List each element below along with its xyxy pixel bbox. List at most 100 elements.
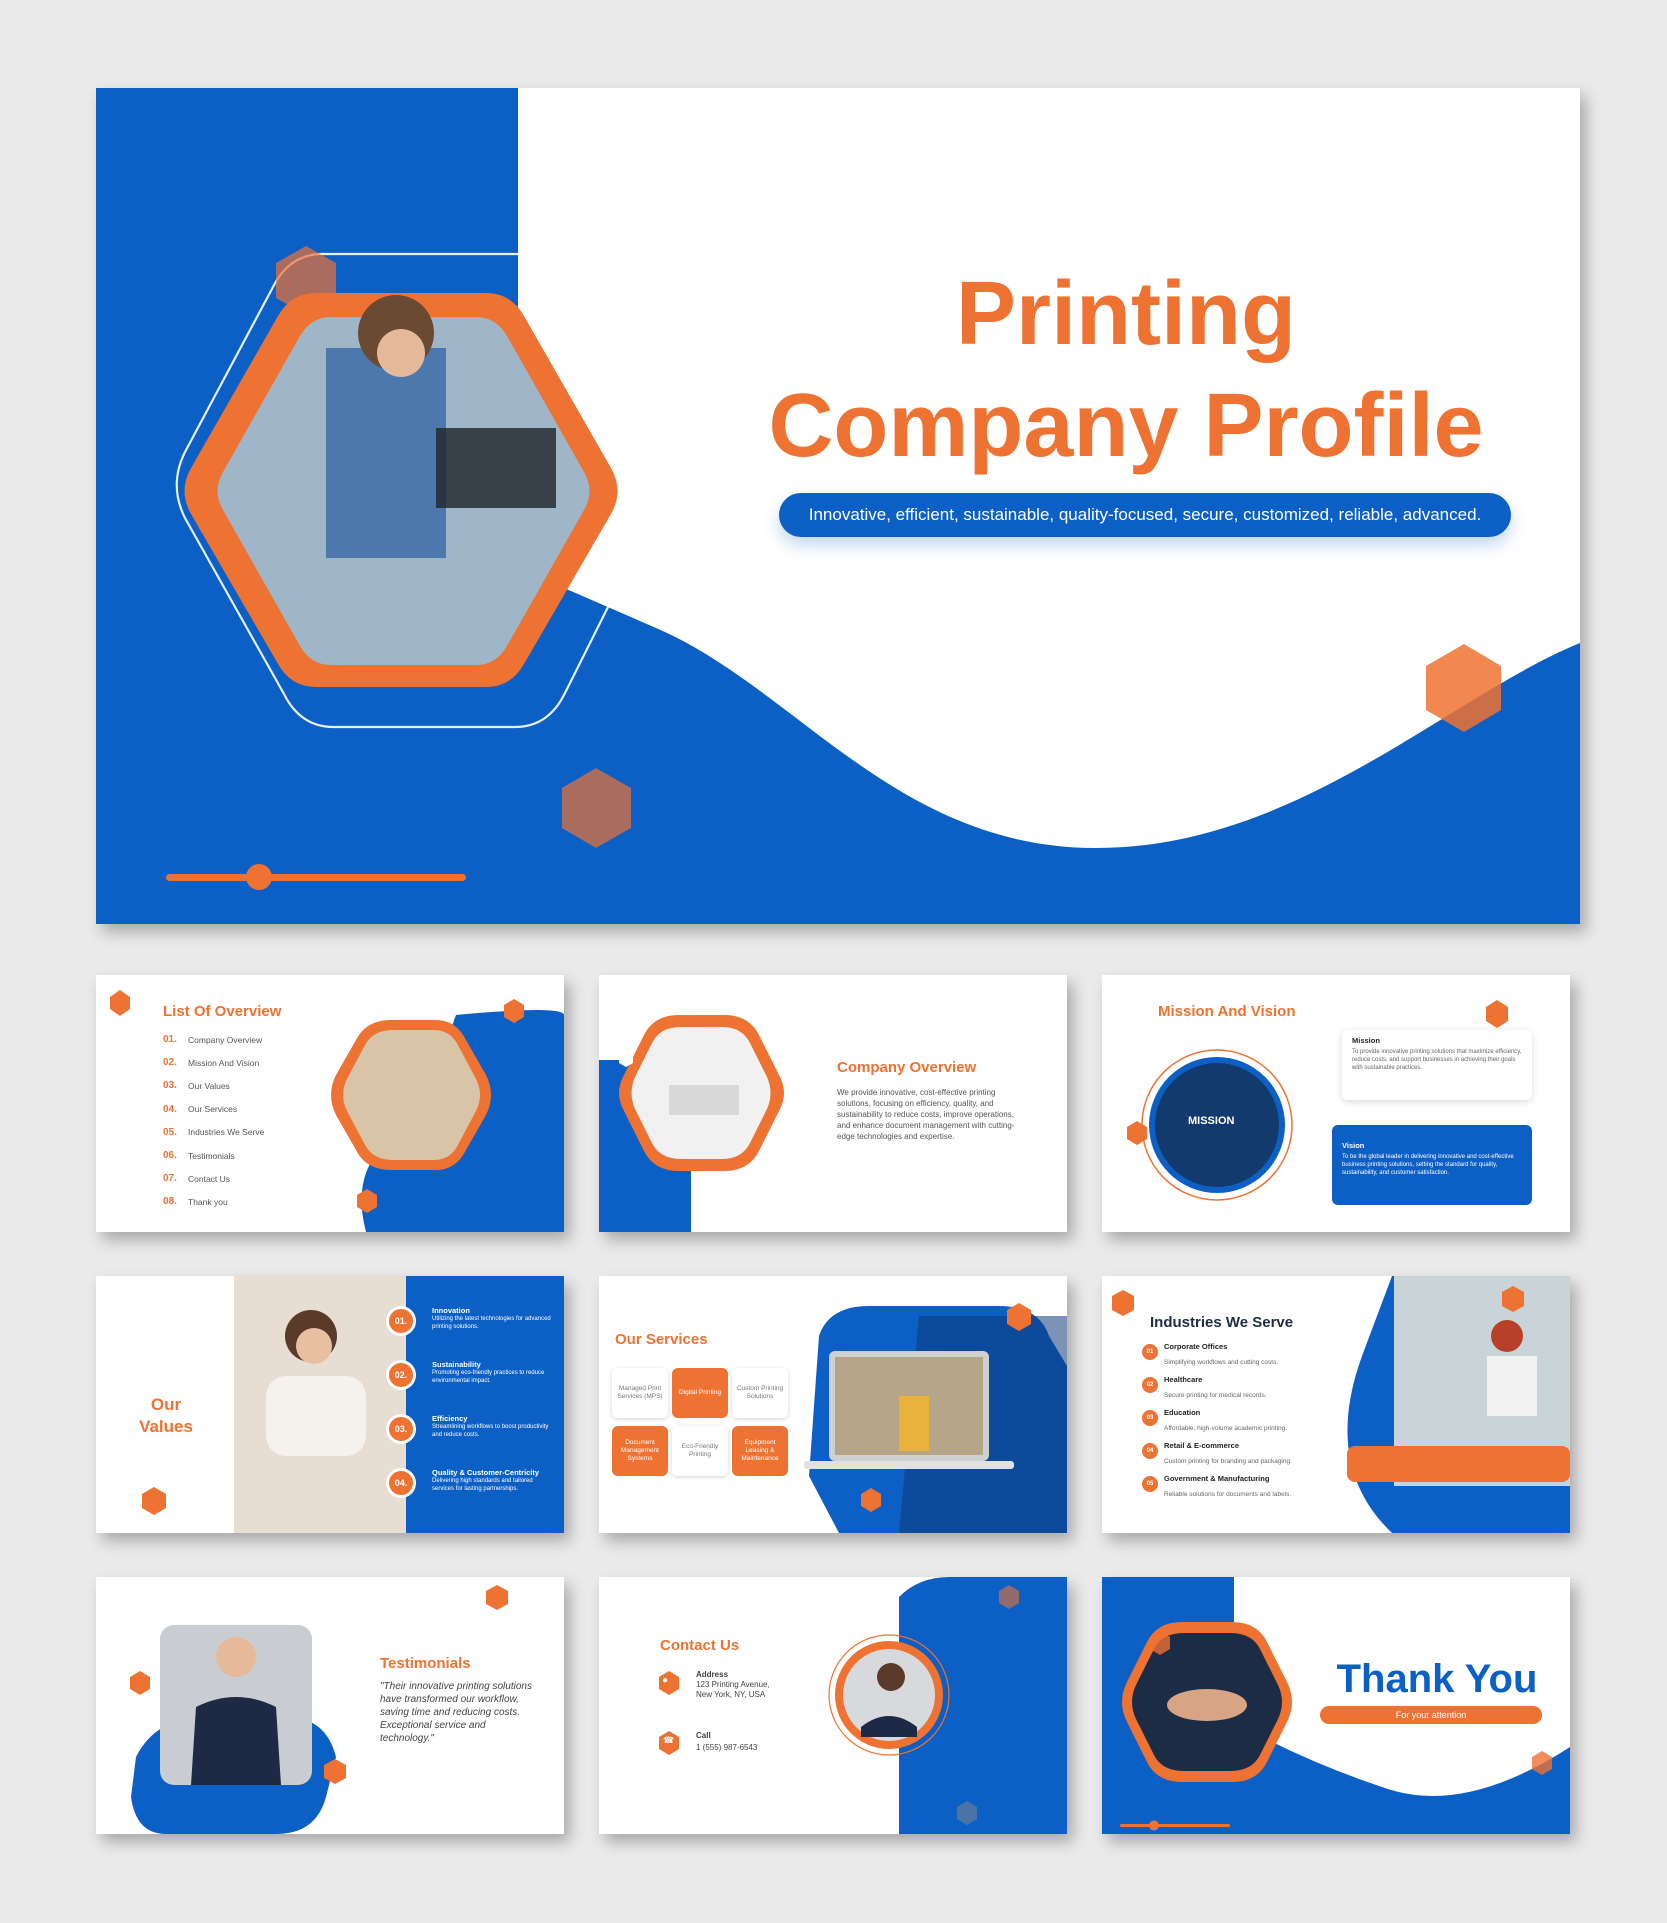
item-num: 03. <box>163 1080 177 1092</box>
hero-slide[interactable]: Printing Company Profile Innovative, eff… <box>96 88 1580 924</box>
slide-company-overview[interactable]: Company Overview We provide innovative, … <box>599 975 1067 1232</box>
service-box[interactable]: Custom Printing Solutions <box>732 1368 788 1418</box>
mission-card: Mission To provide innovative printing s… <box>1342 1030 1532 1100</box>
value-title: Quality & Customer-Centricity <box>432 1468 540 1477</box>
list-item[interactable]: 06. Testimonials <box>163 1144 264 1167</box>
value-text: Streamlining workflows to boost producti… <box>432 1424 549 1438</box>
industry-num: 03 <box>1142 1410 1158 1426</box>
service-box[interactable]: Equipment Leasing & Maintenance <box>732 1426 788 1476</box>
vision-card-title: Vision <box>1342 1141 1365 1150</box>
list-item[interactable]: 03. Our Values <box>163 1074 264 1097</box>
value-item: Efficiency Streamlining workflows to boo… <box>432 1414 552 1439</box>
item-label: Company Overview <box>188 1034 263 1045</box>
thanks-title: Thank You <box>1336 1657 1538 1701</box>
list-item[interactable]: 04. Our Services <box>163 1098 264 1121</box>
item-num: 05. <box>163 1126 177 1138</box>
services-decor <box>804 1303 1067 1533</box>
value-text: Delivering high standards and tailored s… <box>432 1478 533 1492</box>
industry-num: 01 <box>1142 1344 1158 1360</box>
vision-card: Vision To be the global leader in delive… <box>1332 1125 1532 1205</box>
industry-text: Reliable solutions for documents and lab… <box>1164 1491 1292 1498</box>
item-label: Thank you <box>188 1196 228 1207</box>
value-text: Promoting eco-friendly practices to redu… <box>432 1370 545 1384</box>
contact-call: Call 1 (555) 987-6543 <box>696 1730 757 1754</box>
industry-num: 02 <box>1142 1377 1158 1393</box>
item-num: 04. <box>163 1103 177 1115</box>
company-text: We provide innovative, cost-effective pr… <box>837 1088 1015 1141</box>
service-box[interactable]: Managed Print Services (MPS) <box>612 1368 668 1418</box>
value-item: Quality & Customer-Centricity Delivering… <box>432 1468 552 1493</box>
industry-title: Corporate Offices <box>1164 1342 1228 1351</box>
list-item[interactable]: 01. Company Overview <box>163 1028 264 1051</box>
slide-overview[interactable]: List Of Overview 01. Company Overview 02.… <box>96 975 564 1232</box>
contact-address: Address 123 Printing Avenue, New York, N… <box>696 1670 770 1700</box>
industries-title: Industries We Serve <box>1150 1314 1294 1331</box>
industry-num: 04 <box>1142 1443 1158 1459</box>
slide-services[interactable]: Our Services Managed Print Services (MPS… <box>599 1276 1067 1533</box>
mission-vision-title: Mission And Vision <box>1158 1003 1296 1020</box>
slide-contact[interactable]: ● ☎ Contact Us Address 123 Printing Aven… <box>599 1577 1067 1834</box>
company-title: Company Overview <box>837 1059 977 1076</box>
slide-mission-vision[interactable]: Mission And Vision MISSION Mission To pr… <box>1102 975 1570 1232</box>
industry-text: Custom printing for branding and packagi… <box>1164 1458 1292 1465</box>
hero-title-line1: Printing <box>956 264 1296 364</box>
location-pin-icon: ● <box>662 1675 669 1686</box>
list-item[interactable]: 08. Thank you <box>163 1190 264 1213</box>
slide-thank-you[interactable]: Thank You For your attention <box>1102 1577 1570 1834</box>
service-box[interactable]: Eco-Friendly Printing <box>672 1426 728 1476</box>
overview-title: List Of Overview <box>163 1003 282 1020</box>
industry-text: Secure printing for medical records. <box>1164 1392 1267 1399</box>
item-num: 08. <box>163 1196 177 1208</box>
mission-photo-label: MISSION <box>1188 1115 1235 1127</box>
value-text: Utilizing the latest technologies for ad… <box>432 1316 551 1330</box>
value-num: 01. <box>386 1306 416 1336</box>
slide-industries[interactable]: Industries We Serve 01 Corporate Offices… <box>1102 1276 1570 1533</box>
value-title: Efficiency <box>432 1414 468 1423</box>
address-label: Address <box>696 1670 729 1679</box>
industry-title: Education <box>1164 1408 1201 1417</box>
list-item[interactable]: 05. Industries We Serve <box>163 1121 264 1144</box>
values-title-line2: Values <box>139 1417 193 1436</box>
service-box[interactable]: Digital Printing <box>672 1368 728 1418</box>
item-num: 07. <box>163 1173 177 1185</box>
list-item[interactable]: 07. Contact Us <box>163 1167 264 1190</box>
address-line1: 123 Printing Avenue, <box>696 1680 770 1689</box>
overview-list: 01. Company Overview 02. Mission And Visio… <box>163 1028 264 1214</box>
services-title: Our Services <box>615 1331 708 1348</box>
item-num: 02. <box>163 1057 177 1069</box>
thanks-subtitle: For your attention <box>1320 1706 1542 1724</box>
slide-values[interactable]: Our Values 01. Innovation Utilizing the … <box>96 1276 564 1533</box>
item-label: Mission And Vision <box>188 1057 260 1068</box>
mission-card-title: Mission <box>1352 1036 1380 1045</box>
value-num: 04. <box>386 1468 416 1498</box>
industry-title: Healthcare <box>1164 1375 1203 1384</box>
item-label: Contact Us <box>188 1173 231 1184</box>
item-label: Our Values <box>188 1080 230 1091</box>
value-item: Innovation Utilizing the latest technolo… <box>432 1306 552 1331</box>
hero-title-line2: Company Profile <box>768 376 1484 476</box>
item-label: Testimonials <box>188 1150 235 1161</box>
vision-card-text: To be the global leader in delivering in… <box>1342 1154 1514 1176</box>
item-label: Industries We Serve <box>188 1127 265 1138</box>
call-label: Call <box>696 1731 711 1740</box>
value-title: Sustainability <box>432 1360 481 1369</box>
contact-title: Contact Us <box>660 1637 740 1654</box>
industry-text: Affordable, high-volume academic printin… <box>1164 1425 1288 1432</box>
phone-number[interactable]: 1 (555) 987-6543 <box>696 1742 757 1754</box>
value-num: 02. <box>386 1360 416 1390</box>
address-line2: New York, NY, USA <box>696 1690 766 1699</box>
value-item: Sustainability Promoting eco-friendly pr… <box>432 1360 552 1385</box>
slide-testimonials[interactable]: Testimonials "Their innovative printing … <box>96 1577 564 1834</box>
list-item[interactable]: 02. Mission And Vision <box>163 1051 264 1074</box>
service-box[interactable]: Document Management Systems <box>612 1426 668 1476</box>
industry-title: Government & Manufacturing <box>1164 1474 1270 1483</box>
page: { "colors": {"blue": "#0c5fc5", "orange"… <box>0 0 1667 1923</box>
item-num: 01. <box>163 1034 177 1046</box>
item-num: 06. <box>163 1150 177 1162</box>
value-num: 03. <box>386 1414 416 1444</box>
testimonials-title: Testimonials <box>380 1655 471 1672</box>
hero-tagline: Innovative, efficient, sustainable, qual… <box>779 493 1511 537</box>
phone-icon: ☎ <box>663 1735 675 1745</box>
values-title-line1: Our <box>150 1395 182 1414</box>
testimonial-quote: "Their innovative printing solutions hav… <box>380 1681 532 1744</box>
